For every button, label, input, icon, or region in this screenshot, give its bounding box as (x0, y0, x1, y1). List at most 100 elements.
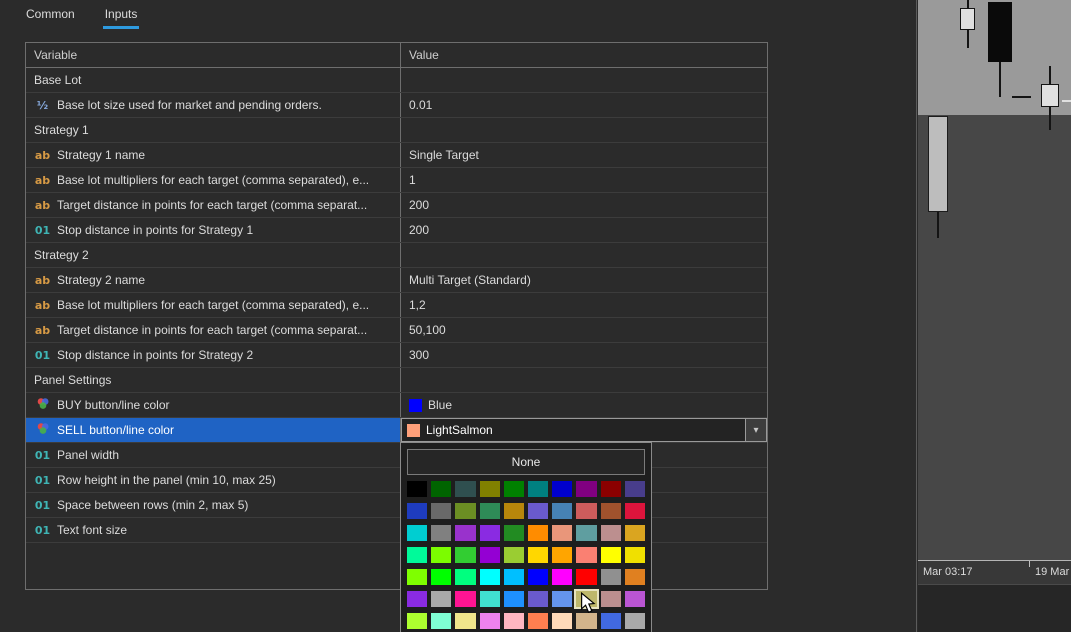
palette-swatch[interactable] (455, 481, 476, 497)
palette-swatch[interactable] (503, 591, 524, 607)
palette-swatch[interactable] (552, 569, 573, 585)
palette-swatch[interactable] (479, 569, 500, 585)
palette-swatch[interactable] (576, 613, 597, 629)
palette-swatch[interactable] (576, 503, 597, 519)
group-row[interactable]: Strategy 2 (26, 243, 767, 268)
palette-swatch[interactable] (503, 547, 524, 563)
palette-swatch[interactable] (431, 525, 452, 541)
palette-swatch[interactable] (431, 547, 452, 563)
palette-swatch[interactable] (503, 503, 524, 519)
group-row[interactable]: Strategy 1 (26, 118, 767, 143)
input-row[interactable]: SELL button/line color LightSalmon ▾ (26, 418, 767, 443)
input-row[interactable]: 01 Row height in the panel (min 10, max 2… (26, 468, 767, 493)
palette-swatch[interactable] (503, 569, 524, 585)
palette-swatch[interactable] (624, 525, 645, 541)
column-header-value[interactable]: Value (401, 43, 767, 67)
palette-swatch[interactable] (552, 613, 573, 629)
variable-label: Target distance in points for each targe… (57, 323, 368, 337)
palette-swatch[interactable] (552, 547, 573, 563)
palette-swatch[interactable] (528, 613, 549, 629)
palette-swatch[interactable] (552, 591, 573, 607)
group-row[interactable]: Base Lot (26, 68, 767, 93)
palette-swatch[interactable] (407, 613, 428, 629)
palette-swatch[interactable] (503, 481, 524, 497)
palette-swatch[interactable] (576, 591, 597, 614)
palette-swatch[interactable] (576, 525, 597, 541)
palette-swatch[interactable] (455, 503, 476, 519)
palette-swatch[interactable] (479, 503, 500, 519)
palette-swatch[interactable] (503, 613, 524, 629)
palette-swatch[interactable] (624, 569, 645, 585)
tab-inputs[interactable]: Inputs (102, 5, 140, 29)
palette-swatch[interactable] (576, 547, 597, 563)
palette-swatch[interactable] (455, 613, 476, 629)
color-picker-dropdown: None (400, 442, 652, 632)
palette-swatch[interactable] (624, 613, 645, 629)
palette-swatch[interactable] (479, 481, 500, 497)
palette-swatch[interactable] (431, 503, 452, 519)
palette-swatch[interactable] (528, 481, 549, 497)
palette-swatch[interactable] (576, 481, 597, 497)
palette-swatch[interactable] (600, 503, 621, 519)
palette-swatch[interactable] (503, 525, 524, 541)
input-row[interactable]: ab Strategy 2 name Multi Target (Standard) (26, 268, 767, 293)
variable-cell: 01 Space between rows (min 2, max 5) (26, 493, 401, 517)
palette-swatch[interactable] (600, 613, 621, 629)
tab-common[interactable]: Common (24, 5, 77, 29)
palette-swatch[interactable] (624, 503, 645, 519)
palette-swatch[interactable] (600, 525, 621, 541)
input-row[interactable]: 01 Panel width (26, 443, 767, 468)
palette-swatch[interactable] (407, 503, 428, 519)
palette-swatch[interactable] (479, 613, 500, 629)
palette-swatch[interactable] (479, 591, 500, 607)
palette-swatch[interactable] (552, 525, 573, 541)
input-row[interactable]: BUY button/line color Blue (26, 393, 767, 418)
palette-swatch[interactable] (455, 591, 476, 607)
palette-swatch[interactable] (600, 591, 621, 607)
palette-swatch[interactable] (528, 503, 549, 519)
input-row[interactable]: ab Target distance in points for each tar… (26, 318, 767, 343)
color-none-button[interactable]: None (407, 449, 645, 475)
dropdown-arrow-icon[interactable]: ▾ (745, 419, 766, 441)
palette-swatch[interactable] (600, 481, 621, 497)
palette-swatch[interactable] (624, 547, 645, 563)
palette-swatch[interactable] (624, 481, 645, 497)
palette-swatch[interactable] (407, 547, 428, 563)
column-header-variable[interactable]: Variable (26, 43, 401, 67)
input-row[interactable]: ab Base lot multipliers for each target (… (26, 293, 767, 318)
color-combobox[interactable]: LightSalmon ▾ (401, 418, 767, 442)
palette-swatch[interactable] (576, 569, 597, 585)
palette-swatch[interactable] (600, 569, 621, 585)
input-row[interactable]: 01 Stop distance in points for Strategy 1… (26, 218, 767, 243)
value-cell: Single Target (401, 143, 767, 167)
palette-swatch[interactable] (455, 547, 476, 563)
palette-swatch[interactable] (431, 613, 452, 629)
palette-swatch[interactable] (431, 481, 452, 497)
palette-swatch[interactable] (552, 481, 573, 497)
palette-swatch[interactable] (528, 547, 549, 563)
palette-swatch[interactable] (407, 481, 428, 497)
palette-swatch[interactable] (431, 591, 452, 607)
palette-swatch[interactable] (407, 591, 428, 607)
input-row[interactable]: ab Strategy 1 name Single Target (26, 143, 767, 168)
palette-swatch[interactable] (479, 547, 500, 563)
palette-swatch[interactable] (407, 525, 428, 541)
palette-swatch[interactable] (528, 569, 549, 585)
input-row[interactable]: ab Target distance in points for each tar… (26, 193, 767, 218)
palette-swatch[interactable] (600, 547, 621, 563)
palette-swatch[interactable] (407, 569, 428, 585)
palette-swatch[interactable] (624, 591, 645, 607)
input-row[interactable]: 01 Text font size (26, 518, 767, 543)
palette-swatch[interactable] (455, 569, 476, 585)
palette-swatch[interactable] (528, 525, 549, 541)
input-row[interactable]: 01 Stop distance in points for Strategy 2… (26, 343, 767, 368)
palette-swatch[interactable] (455, 525, 476, 541)
group-row[interactable]: Panel Settings (26, 368, 767, 393)
palette-swatch[interactable] (528, 591, 549, 607)
input-row[interactable]: ab Base lot multipliers for each target (… (26, 168, 767, 193)
palette-swatch[interactable] (431, 569, 452, 585)
input-row[interactable]: ½ Base lot size used for market and pendi… (26, 93, 767, 118)
palette-swatch[interactable] (552, 503, 573, 519)
palette-swatch[interactable] (479, 525, 500, 541)
input-row[interactable]: 01 Space between rows (min 2, max 5) (26, 493, 767, 518)
